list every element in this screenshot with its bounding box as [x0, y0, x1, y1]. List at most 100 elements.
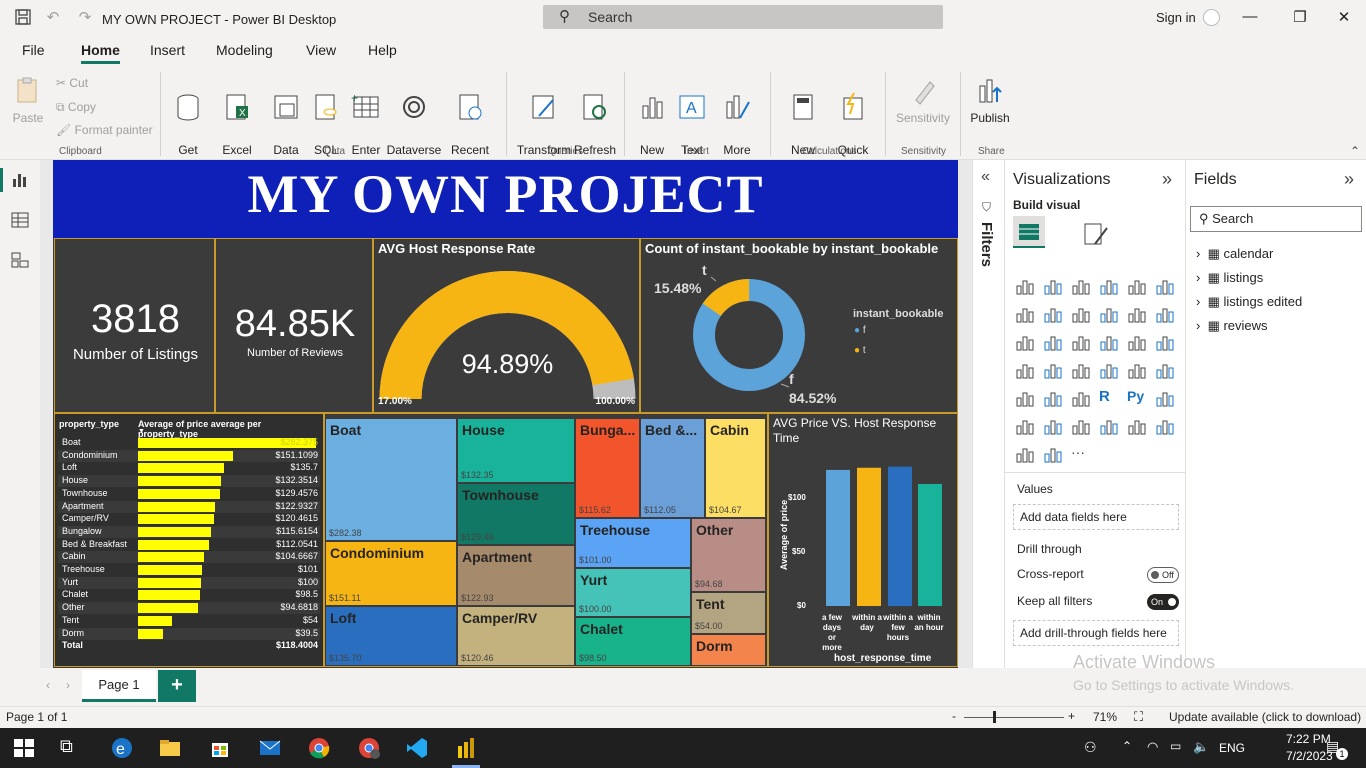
table-row[interactable]: Chalet $98.5 [58, 589, 320, 601]
powerbi-icon[interactable] [454, 736, 478, 760]
fields-search-input[interactable]: ⚲ Search [1190, 206, 1362, 232]
model-view-icon[interactable] [10, 250, 32, 272]
chrome-icon[interactable] [307, 736, 331, 760]
keep-all-filters-toggle[interactable]: On [1147, 594, 1179, 610]
collapse-fields-icon[interactable]: » [1344, 169, 1354, 190]
build-visual-tab[interactable] [1013, 216, 1045, 248]
column-chart-visual[interactable]: AVG Price VS. Host Response Time Average… [768, 413, 958, 667]
language-indicator[interactable]: ENG [1219, 741, 1245, 755]
treemap-tile-boat[interactable]: Boat $282.38 [325, 418, 457, 541]
listings-card[interactable]: 3818 Number of Listings [54, 238, 215, 413]
treemap-tile-cabin[interactable]: Cabin $104.67 [705, 418, 766, 518]
treemap-tile-townhouse[interactable]: Townhouse $129.46 [457, 483, 575, 545]
ribbon-chart-icon[interactable] [1155, 304, 1175, 324]
field-table-listings[interactable]: › ▦ listings [1196, 270, 1263, 286]
tab-file[interactable]: File [22, 42, 45, 58]
wifi-icon[interactable]: ◠ [1147, 739, 1158, 755]
tray-expand-icon[interactable]: ⌃ [1122, 739, 1132, 753]
treemap-tile-other[interactable]: Other $94.68 [691, 518, 766, 592]
matrix-icon[interactable] [1071, 388, 1091, 408]
filters-label[interactable]: Filters [978, 222, 995, 267]
table-row[interactable]: Yurt $100 [58, 576, 320, 589]
table-row[interactable]: Other $94.6818 [58, 602, 320, 615]
treemap-icon[interactable] [1155, 332, 1175, 352]
clustered-column-icon[interactable] [1099, 276, 1119, 296]
table-row[interactable]: Apartment $122.9327 [58, 500, 320, 513]
more-options-icon[interactable]: ··· [1071, 444, 1091, 464]
waterfall-icon[interactable] [1015, 332, 1035, 352]
zoom-slider-handle[interactable] [993, 711, 996, 723]
clustered-bar-icon[interactable] [1071, 276, 1091, 296]
100-column-icon[interactable] [1155, 276, 1175, 296]
table-row[interactable]: Boat $282.375 [58, 437, 320, 449]
table-row[interactable]: Loft $135.7 [58, 462, 320, 474]
donut-chart-icon[interactable] [1127, 332, 1147, 352]
stacked-bar-icon[interactable] [1015, 276, 1035, 296]
data-view-icon[interactable] [10, 210, 32, 232]
power-apps-icon[interactable] [1155, 416, 1175, 436]
slicer-icon[interactable] [1015, 388, 1035, 408]
edge-icon[interactable]: e [110, 736, 134, 760]
field-table-reviews[interactable]: › ▦ reviews [1196, 318, 1268, 334]
add-drill-fields-well[interactable]: Add drill-through fields here [1013, 620, 1179, 646]
paste-button[interactable]: Paste [10, 76, 46, 126]
column-bar[interactable] [888, 466, 912, 606]
undo-icon[interactable]: ↶ [44, 9, 62, 27]
treemap-tile-tent[interactable]: Tent $54.00 [691, 592, 766, 634]
multirow-card-icon[interactable] [1127, 360, 1147, 380]
tab-view[interactable]: View [306, 42, 336, 58]
table-row[interactable]: Cabin $104.6667 [58, 551, 320, 564]
stacked-column-icon[interactable] [1043, 276, 1063, 296]
zoom-out-button[interactable]: - [952, 709, 956, 723]
line-column-icon[interactable] [1099, 304, 1119, 324]
task-view-icon[interactable]: ⧉ [60, 736, 84, 760]
pie-chart-icon[interactable] [1099, 332, 1119, 352]
power-automate-icon[interactable] [1015, 444, 1035, 464]
reviews-card[interactable]: 84.85K Number of Reviews [215, 238, 373, 413]
minimize-button[interactable]: — [1240, 8, 1260, 28]
add-page-button[interactable]: + [158, 670, 196, 702]
funnel-icon[interactable] [1043, 332, 1063, 352]
table-header-price[interactable]: Average of price average per property_ty… [138, 419, 323, 439]
page-tab-1[interactable]: Page 1 [82, 670, 156, 702]
treemap-tile-dorm[interactable]: Dorm [691, 634, 766, 666]
prev-page-icon[interactable]: ‹ [46, 678, 50, 692]
table-row[interactable]: Bed & Breakfast $112.0541 [58, 539, 320, 551]
table-row[interactable]: Treehouse $101 [58, 564, 320, 576]
goals-icon[interactable] [1099, 416, 1119, 436]
save-icon[interactable] [14, 9, 32, 27]
line-chart-icon[interactable] [1015, 304, 1035, 324]
tab-home[interactable]: Home [81, 42, 120, 64]
column-bar[interactable] [826, 469, 850, 606]
tab-help[interactable]: Help [368, 42, 397, 58]
field-table-calendar[interactable]: › ▦ calendar [1196, 246, 1273, 262]
close-button[interactable]: ✕ [1334, 8, 1354, 28]
table-icon[interactable] [1043, 388, 1063, 408]
table-row[interactable]: Camper/RV $120.4615 [58, 513, 320, 525]
publish-button[interactable]: Publish [968, 76, 1012, 126]
gauge-visual[interactable]: AVG Host Response Rate 94.89% 17.00% 100… [373, 238, 640, 413]
r-visual-icon[interactable]: R [1099, 388, 1119, 408]
table-row[interactable]: House $132.3514 [58, 475, 320, 488]
scatter-icon[interactable] [1071, 332, 1091, 352]
table-row[interactable]: Dorm $39.5 [58, 627, 320, 640]
redo-icon[interactable]: ↷ [76, 9, 94, 27]
treemap-tile-yurt[interactable]: Yurt $100.00 [575, 568, 691, 617]
treemap-tile-bungalow[interactable]: Bunga... $115.62 [575, 418, 640, 518]
battery-icon[interactable]: ▭ [1170, 739, 1181, 753]
stacked-area-icon[interactable] [1071, 304, 1091, 324]
sort-desc-icon[interactable]: ▼ [138, 428, 145, 435]
treemap-tile-treehouse[interactable]: Treehouse $101.00 [575, 518, 691, 568]
fit-to-page-icon[interactable]: ⛶ [1134, 709, 1143, 725]
people-icon[interactable]: ⚇ [1084, 739, 1097, 756]
next-page-icon[interactable]: › [66, 678, 70, 692]
sensitivity-button[interactable]: Sensitivity [893, 76, 953, 126]
zoom-slider[interactable] [964, 717, 1064, 718]
tab-modeling[interactable]: Modeling [216, 42, 273, 58]
vscode-icon[interactable] [405, 736, 429, 760]
mail-icon[interactable] [258, 736, 282, 760]
treemap-tile-apartment[interactable]: Apartment $122.93 [457, 545, 575, 606]
treemap-tile-camper[interactable]: Camper/RV $120.46 [457, 606, 575, 666]
dataverse-button[interactable]: Dataverse [386, 76, 442, 158]
python-visual-icon[interactable]: Py [1127, 388, 1147, 408]
